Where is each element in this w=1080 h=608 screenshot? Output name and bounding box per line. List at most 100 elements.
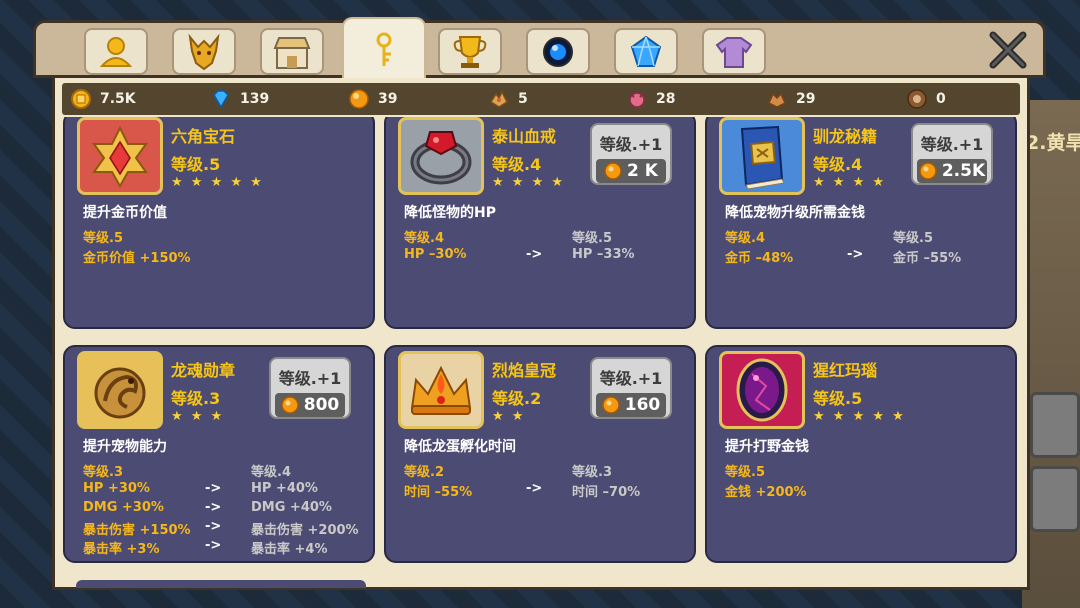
upgrade-button[interactable]: 等级.+1 160 [590,357,672,419]
relic-description: 降低宠物升级所需金钱 [725,205,865,221]
tab-achievements[interactable] [438,28,502,75]
relic-thumbnail [77,351,163,429]
next-stat: HP +40% [251,481,318,496]
relic-card[interactable]: 驯龙秘籍 等级.4 ★ ★ ★ ★ 等级.+1 2.5K 降低宠物升级所需金钱 … [705,117,1017,329]
relic-card[interactable]: 六角宝石 等级.5 ★ ★ ★ ★ ★ 提升金币价值 等级.5 金币价值 +15… [63,117,375,329]
relic-level: 等级.4 [813,155,863,174]
current-level-label: 等级.4 [725,231,765,246]
relic-name: 猩红玛瑙 [813,361,878,380]
relic-card[interactable]: 猩红玛瑙 等级.5 ★ ★ ★ ★ ★ 提升打野金钱 等级.5 金钱 +200% [705,345,1017,563]
hexagram-gem-icon [92,125,148,188]
diamond-icon [630,35,662,67]
relic-description: 降低龙蛋孵化时间 [404,439,516,455]
arrow-label: -> [205,500,222,515]
close-icon [989,31,1027,69]
relic-card[interactable]: 泰山血戒 等级.4 ★ ★ ★ ★ 等级.+1 2 K 降低怪物的HP 等级.4… [384,117,696,329]
resource-value: 39 [378,91,398,107]
upgrade-cost: 160 [596,393,666,417]
resource-value: 7.5K [100,91,136,107]
upgrade-button[interactable]: 等级.+1 2.5K [911,123,993,185]
resource-value: 28 [656,91,676,107]
tab-orb[interactable] [526,28,590,75]
relic-card[interactable]: 烈焰皇冠 等级.2 ★ ★ 等级.+1 160 降低龙蛋孵化时间 等级.2 等级… [384,345,696,563]
relic-description: 提升打野金钱 [725,439,809,455]
pet-egg-icon [489,90,508,108]
resource-beast: 29 [766,87,815,111]
current-level-label: 等级.5 [725,465,765,480]
resource-value: 5 [518,91,528,107]
resource-value: 29 [796,91,816,107]
relic-thumbnail [398,117,484,195]
upgrade-cost: 2 K [596,159,666,183]
current-level-label: 等级.4 [404,231,444,246]
star-rating: ★ ★ ★ ★ ★ [171,175,264,190]
arrow-label: -> [847,247,864,262]
current-stat: 金钱 +200% [725,485,807,500]
upgrade-button[interactable]: 等级.+1 2 K [590,123,672,185]
upgrade-label: 等级.+1 [599,369,663,388]
monster-icon [629,92,645,108]
tab-shop[interactable] [260,28,324,75]
arrow-label: -> [205,538,222,553]
relic-name: 驯龙秘籍 [813,127,878,146]
next-stat: 时间 –70% [572,485,641,500]
resource-value: 0 [936,91,946,107]
scarlet-agate-icon [736,358,788,422]
resource-pet: 5 [488,87,528,111]
relic-level: 等级.2 [492,389,542,408]
upgrade-cost-value: 800 [303,395,340,415]
next-level-label: 等级.5 [572,231,612,246]
orange-orb-icon [281,396,299,414]
tab-bar [33,17,1046,81]
tab-costume[interactable] [702,28,766,75]
star-rating: ★ ★ ★ ★ [813,175,887,190]
upgrade-cost: 800 [275,393,345,417]
orange-orb-icon [604,162,622,180]
relic-name: 龙魂勋章 [171,361,236,380]
resource-monster: 28 [626,87,675,111]
upgrade-label: 等级.+1 [278,369,342,388]
arrow-label: -> [205,519,222,534]
upgrade-cost-value: 2 K [627,161,658,181]
relic-level: 等级.3 [171,389,221,408]
tab-dragon[interactable] [172,28,236,75]
avatar-icon [99,36,133,67]
relic-card[interactable]: 龙魂勋章 等级.3 ★ ★ ★ 等级.+1 800 提升宠物能力 等级.3 等级… [63,345,375,563]
next-stat: 暴击率 +4% [251,542,328,557]
arrow-label: -> [205,481,222,496]
tab-profile[interactable] [84,28,148,75]
current-stat: 金币 –48% [725,251,794,266]
relic-level: 等级.5 [813,389,863,408]
relic-thumbnail [77,117,163,195]
upgrade-cost-value: 2.5K [941,161,986,181]
upgrade-button[interactable]: 等级.+1 800 [269,357,351,419]
relic-thumbnail [719,351,805,429]
relic-description: 降低怪物的HP [404,205,496,221]
resource-bar: 7.5K 139 39 5 28 29 0 [62,83,1020,115]
orange-orb-icon [919,162,937,180]
relic-thumbnail [719,117,805,195]
relic-name: 烈焰皇冠 [492,361,557,380]
gold-coin-icon [71,89,91,109]
upgrade-label: 等级.+1 [920,135,984,154]
star-rating: ★ ★ ★ ★ [492,175,566,190]
relic-name: 六角宝石 [171,127,236,146]
tab-gems[interactable] [614,28,678,75]
blue-gem-icon [213,90,229,109]
relic-thumbnail [398,351,484,429]
next-stat: 暴击伤害 +200% [251,523,359,538]
current-stat: 金币价值 +150% [83,251,191,266]
upgrade-cost: 2.5K [917,159,987,183]
tab-relics[interactable] [342,17,426,81]
current-stat: 暴击率 +3% [83,542,160,557]
close-button[interactable] [985,27,1031,73]
next-level-label: 等级.3 [572,465,612,480]
upgrade-cost-value: 160 [624,395,661,415]
star-rating: ★ ★ ★ ★ ★ [813,409,906,424]
resource-gold: 7.5K [70,87,136,111]
orange-orb-icon [602,396,620,414]
relic-icon [376,32,392,66]
next-level-label: 等级.4 [251,465,291,480]
relic-level: 等级.5 [171,155,221,174]
shirt-icon [715,36,753,68]
